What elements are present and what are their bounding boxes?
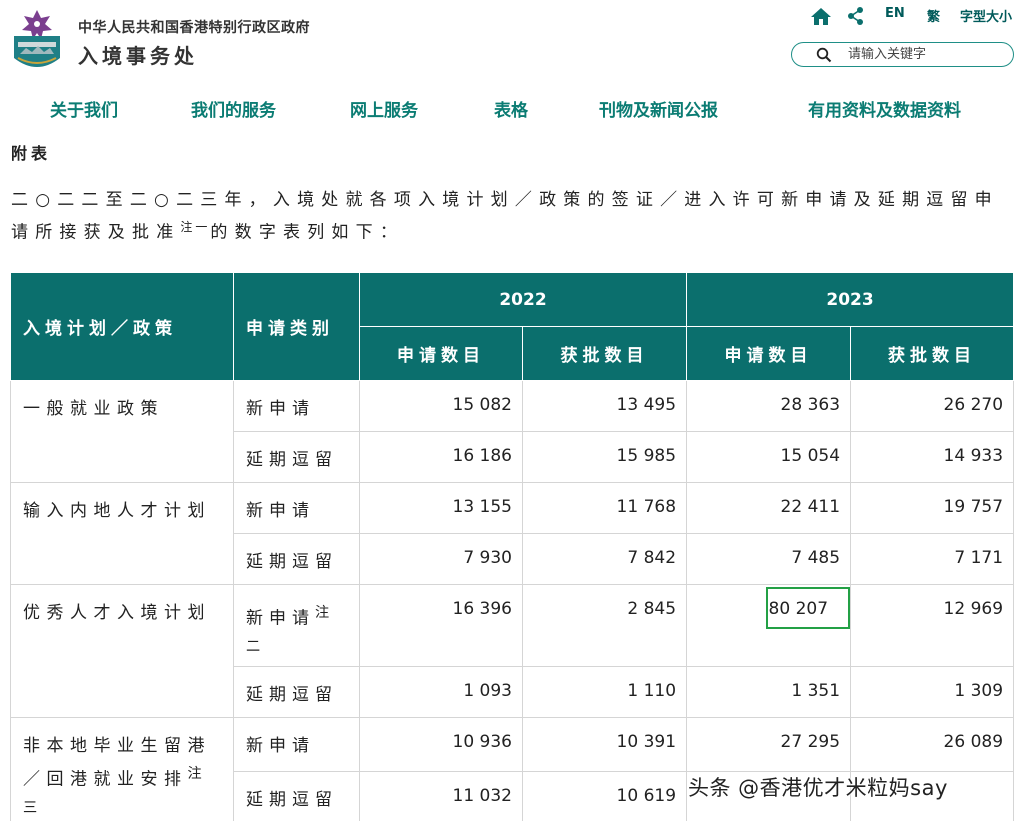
search-icon[interactable]: [816, 47, 832, 63]
statistics-table: 入境计划／政策 申请类别 2022 2023 申请数目 获批数目 申请数目 获批…: [10, 272, 1015, 821]
type-cell: 新申请注二: [233, 583, 360, 668]
value-cell: 1 309: [850, 666, 1015, 719]
value-cell: 12 969: [850, 583, 1015, 668]
nav-item-about-us[interactable]: 关于我们: [50, 96, 118, 121]
intro-tail: 的数字表列如下：: [210, 222, 405, 243]
value-cell: 28 363: [686, 380, 852, 432]
value-cell: 10 391: [521, 717, 688, 772]
policy-label: 非本地毕业生留港／回港就业安排: [23, 736, 211, 790]
footnote-ref-1[interactable]: 注一: [180, 220, 210, 234]
value-cell: 7 842: [521, 533, 688, 585]
value-cell: 15 082: [359, 380, 523, 432]
type-cell: 延期逗留: [233, 666, 360, 719]
value-cell: 15 985: [521, 431, 688, 483]
value-cell: 16 186: [359, 431, 523, 483]
value-cell: 1 093: [359, 666, 523, 719]
value-cell: 7 930: [359, 533, 523, 585]
header-received-2023: 申请数目: [686, 326, 852, 381]
department-name-line2: 入境事务处: [78, 44, 198, 68]
policy-cell: 优秀人才入境计划: [10, 583, 234, 719]
header-application-type: 申请类别: [233, 272, 360, 381]
policy-label: 输入内地人才计划: [23, 501, 211, 521]
header-approved-2022: 获批数目: [521, 326, 688, 381]
appendix-title: 附表: [11, 144, 52, 163]
search-input[interactable]: [848, 45, 1008, 64]
policy-cell: 非本地毕业生留港／回港就业安排注三: [10, 717, 234, 821]
value-cell: 13 155: [359, 482, 523, 534]
type-cell: 新申请: [233, 717, 360, 772]
hk-immigration-crest-logo[interactable]: [8, 6, 66, 78]
language-traditional-link[interactable]: 繁: [927, 6, 940, 26]
nav-item-online-services[interactable]: 网上服务: [350, 96, 418, 121]
highlighted-value: 80 207: [768, 599, 829, 619]
value-cell: 11 032: [359, 770, 523, 821]
type-label: 新申请: [246, 608, 315, 629]
nav-item-publications-press[interactable]: 刊物及新闻公报: [599, 96, 718, 121]
language-en-link[interactable]: EN: [885, 6, 905, 26]
main-nav: 关于我们 我们的服务 网上服务 表格 刊物及新闻公报 有用资料及数据资料: [0, 96, 1024, 122]
value-cell: 11 768: [521, 482, 688, 534]
intro-text: 二○二二至二○二三年，入境处就各项入境计划／政策的签证／进入许可新申请及延期逗留…: [11, 190, 999, 243]
department-name-line1: 中华人民共和国香港特别行政区政府: [78, 20, 310, 36]
highlighted-value-cell: 80 207: [686, 583, 852, 668]
home-icon[interactable]: [810, 6, 832, 26]
table-row: 优秀人才入境计划 新申请注二 16 396 2 845 80 207 12 96…: [10, 583, 1015, 719]
value-cell: 16 396: [359, 583, 523, 668]
value-cell: 19 757: [850, 482, 1015, 534]
header-policy: 入境计划／政策: [10, 272, 234, 381]
value-cell: 13 495: [521, 380, 688, 432]
value-cell: 1 351: [686, 666, 852, 719]
value-cell: 26 089: [850, 717, 1015, 772]
value-cell: 10 936: [359, 717, 523, 772]
type-cell: 延期逗留: [233, 770, 360, 821]
value-cell: 7 171: [850, 533, 1015, 585]
value-cell: 26 270: [850, 380, 1015, 432]
table-row: 一般就业政策 新申请 15 082 13 495 28 363 26 270: [10, 380, 1015, 483]
value-cell: 2 845: [521, 583, 688, 668]
value-cell: 22 411: [686, 482, 852, 534]
type-cell: 延期逗留: [233, 533, 360, 585]
type-cell: 延期逗留: [233, 431, 360, 483]
header-year-2022: 2022: [358, 272, 688, 327]
table-row: 输入内地人才计划 新申请 13 155 11 768 22 411 19 757: [10, 482, 1015, 585]
header-received-2022: 申请数目: [359, 326, 523, 381]
value-cell: 15 054: [686, 431, 852, 483]
nav-item-our-services[interactable]: 我们的服务: [191, 96, 276, 121]
watermark: 头条 @香港优才米粒妈say: [688, 776, 948, 800]
header-year-2023: 2023: [686, 272, 1015, 327]
value-cell: 7 485: [686, 533, 852, 585]
share-icon[interactable]: [847, 6, 865, 26]
value-cell: 14 933: [850, 431, 1015, 483]
nav-item-useful-info-statistics[interactable]: 有用资料及数据资料: [808, 96, 961, 121]
type-cell: 新申请: [233, 380, 360, 432]
font-size-control[interactable]: 字型大小: [960, 6, 1012, 26]
search-box: [791, 42, 1014, 67]
policy-label: 一般就业政策: [23, 399, 164, 419]
header-approved-2023: 获批数目: [850, 326, 1015, 381]
policy-cell: 输入内地人才计划: [10, 482, 234, 585]
intro-paragraph: 二○二二至二○二三年，入境处就各项入境计划／政策的签证／进入许可新申请及延期逗留…: [11, 187, 1011, 247]
value-cell: 1 110: [521, 666, 688, 719]
policy-label: 优秀人才入境计划: [23, 603, 211, 623]
site-header: 中华人民共和国香港特别行政区政府 入境事务处 EN 繁 字型大小: [0, 0, 1024, 85]
table-row: 非本地毕业生留港／回港就业安排注三 新申请 10 936 10 391 27 2…: [10, 717, 1015, 821]
value-cell: 27 295: [686, 717, 852, 772]
type-cell: 新申请: [233, 482, 360, 534]
value-cell: 10 619: [521, 770, 688, 821]
nav-item-forms[interactable]: 表格: [494, 96, 528, 121]
policy-cell: 一般就业政策: [10, 380, 234, 483]
